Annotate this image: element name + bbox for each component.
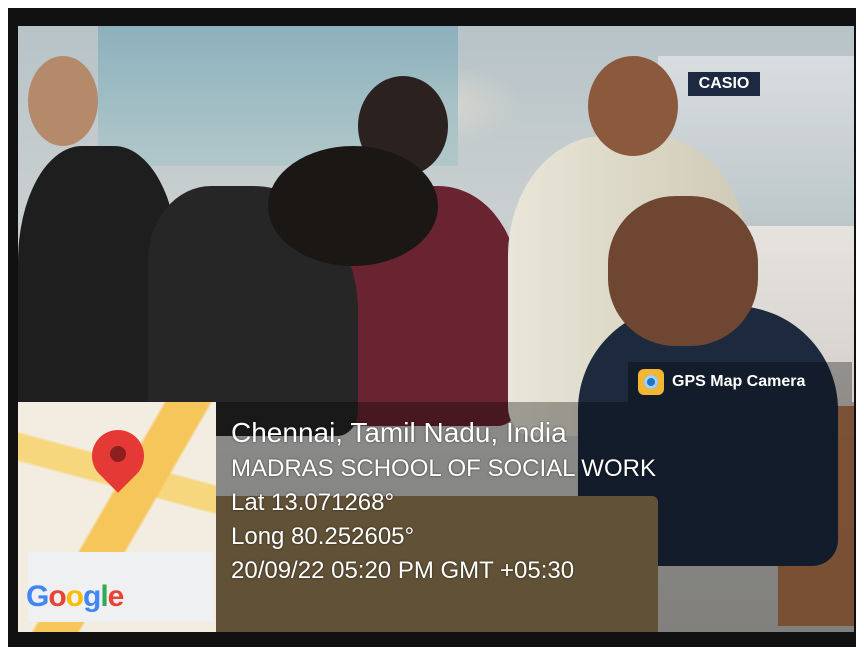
location-info: Chennai, Tamil Nadu, India MADRAS SCHOOL… xyxy=(231,414,656,588)
location-pin-dot xyxy=(110,446,126,462)
map-thumbnail: Google xyxy=(18,402,216,632)
gps-camera-badge: GPS Map Camera xyxy=(628,362,852,402)
google-logo: Google xyxy=(26,580,124,613)
person-bending-head xyxy=(268,146,438,266)
person-white-shawl-head xyxy=(588,56,678,156)
longitude: Long 80.252605° xyxy=(231,523,415,550)
badge-label: GPS Map Camera xyxy=(672,373,806,390)
place-name: Chennai, Tamil Nadu, India xyxy=(231,417,567,448)
person-left-head xyxy=(28,56,98,146)
datetime: 20/09/22 05:20 PM GMT +05:30 xyxy=(231,557,575,584)
gps-camera-icon xyxy=(638,369,664,395)
casio-store-sign: CASIO xyxy=(688,72,760,96)
latitude: Lat 13.071268° xyxy=(231,489,395,516)
person-seated-head xyxy=(608,196,758,346)
institution-name: MADRAS SCHOOL OF SOCIAL WORK xyxy=(231,455,656,482)
